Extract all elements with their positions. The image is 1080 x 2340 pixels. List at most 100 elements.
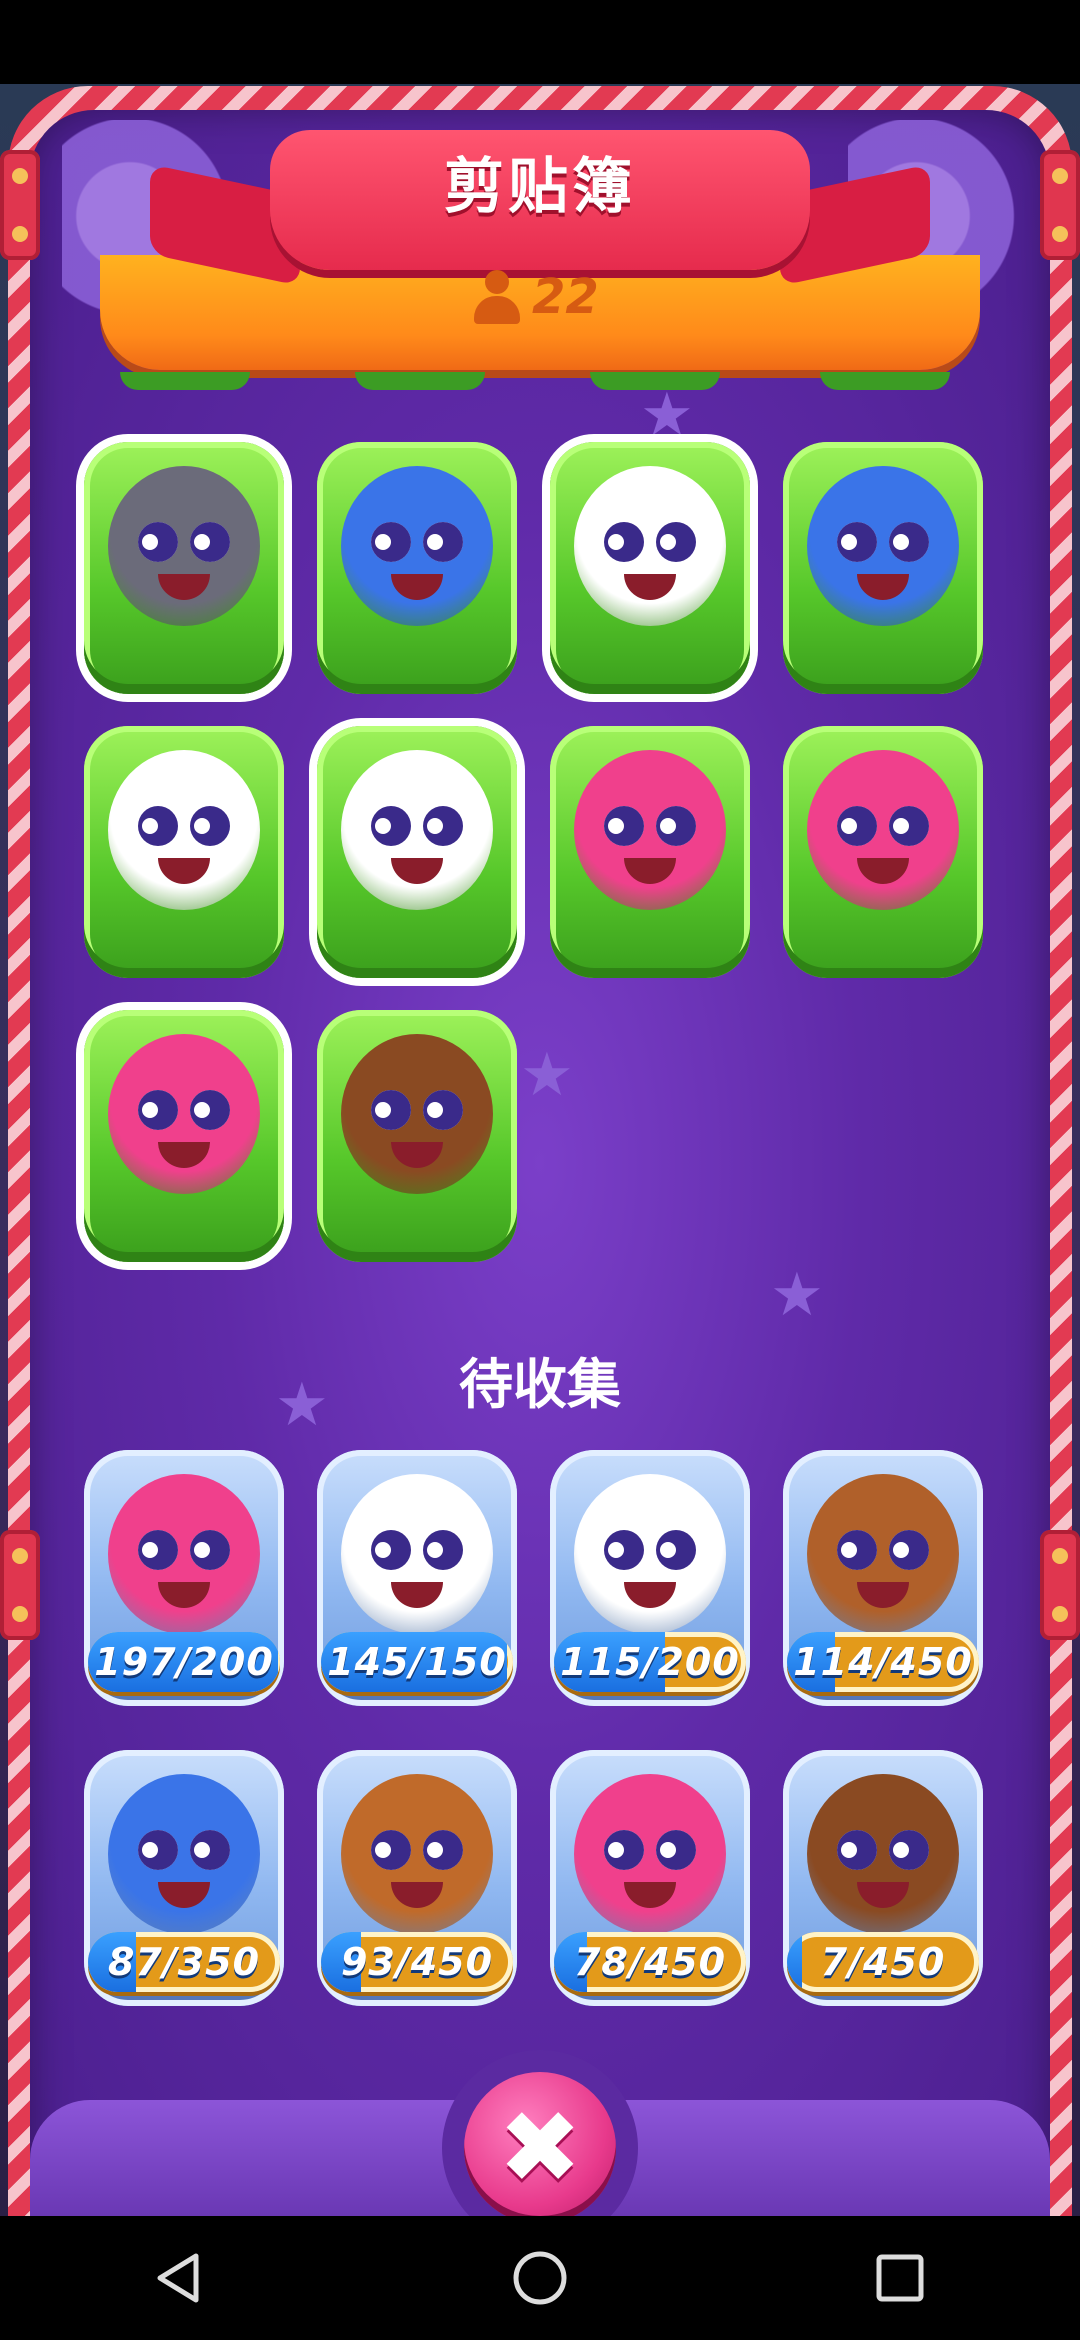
progress-bar: 115/200 — [554, 1632, 746, 1692]
frame-bolt-icon — [1040, 1530, 1080, 1640]
collected-character-pink-bunny-bowtie[interactable] — [550, 726, 750, 978]
eye-icon — [190, 1530, 230, 1570]
eye-icon — [889, 806, 929, 846]
progress-bar: 87/350 — [88, 1932, 280, 1992]
character-portrait — [108, 1034, 260, 1194]
to-collect-character-elf-dog[interactable]: 7/450 — [783, 1750, 983, 2006]
to-collect-character-sunhat-llama[interactable]: 115/200 — [550, 1450, 750, 1706]
progress-bar: 114/450 — [787, 1632, 979, 1692]
scrolled-tiles-edge — [0, 372, 1080, 390]
collected-character-jester-owl[interactable] — [550, 442, 750, 694]
eye-icon — [837, 1830, 877, 1870]
progress-text: 197/200 — [94, 1640, 274, 1684]
system-navigation-bar — [0, 2216, 1080, 2340]
eye-icon — [371, 1090, 411, 1130]
character-eyes — [604, 1530, 696, 1570]
character-mouth — [158, 574, 210, 600]
character-portrait — [807, 750, 959, 910]
character-portrait — [807, 466, 959, 626]
progress-text: 78/450 — [573, 1940, 727, 1984]
character-eyes — [138, 522, 230, 562]
eye-icon — [889, 522, 929, 562]
eye-icon — [423, 806, 463, 846]
character-eyes — [604, 1830, 696, 1870]
progress-bar: 7/450 — [787, 1932, 979, 1992]
character-mouth — [857, 574, 909, 600]
eye-icon — [371, 806, 411, 846]
collected-character-unicorn-llama[interactable] — [317, 726, 517, 978]
character-portrait — [574, 750, 726, 910]
character-portrait — [574, 466, 726, 626]
person-icon — [470, 270, 524, 324]
to-collect-character-furry-monster[interactable]: 93/450 — [317, 1750, 517, 2006]
character-eyes — [371, 1830, 463, 1870]
recents-icon[interactable] — [865, 2243, 935, 2313]
character-eyes — [371, 522, 463, 562]
collected-character-top-hat-gentleman-pig[interactable] — [84, 442, 284, 694]
character-mouth — [391, 858, 443, 884]
eye-icon — [190, 1090, 230, 1130]
eye-icon — [423, 522, 463, 562]
collected-grid — [84, 442, 1004, 1262]
eye-icon — [138, 522, 178, 562]
character-mouth — [857, 858, 909, 884]
character-mouth — [857, 1882, 909, 1908]
collected-character-orange-hair-llama[interactable] — [84, 726, 284, 978]
progress-text: 7/450 — [820, 1940, 946, 1984]
back-icon[interactable] — [145, 2243, 215, 2313]
character-eyes — [138, 806, 230, 846]
eye-icon — [837, 1530, 877, 1570]
character-mouth — [391, 574, 443, 600]
star-decoration-icon: ★ — [770, 1260, 824, 1330]
progress-bar: 145/150 — [321, 1632, 513, 1692]
character-mouth — [158, 858, 210, 884]
frame-bolt-icon — [0, 1530, 40, 1640]
eye-icon — [423, 1530, 463, 1570]
character-portrait — [574, 1474, 726, 1634]
progress-text: 114/450 — [793, 1640, 973, 1684]
character-mouth — [857, 1582, 909, 1608]
character-portrait — [108, 750, 260, 910]
character-portrait — [108, 1474, 260, 1634]
collected-character-pink-bunny-clown-hat[interactable] — [84, 1010, 284, 1262]
character-portrait — [341, 1474, 493, 1634]
status-bar — [0, 0, 1080, 84]
collected-character-pink-bunny-overalls[interactable] — [783, 726, 983, 978]
to-collect-character-reindeer-dog[interactable]: 114/450 — [783, 1450, 983, 1706]
character-eyes — [604, 522, 696, 562]
character-portrait — [108, 466, 260, 626]
to-collect-character-fox-bunny[interactable]: 197/200 — [84, 1450, 284, 1706]
progress-text: 87/350 — [107, 1940, 261, 1984]
collected-character-brown-dog-flying-hat[interactable] — [317, 1010, 517, 1262]
to-collect-character-musketeer-bunny[interactable]: 78/450 — [550, 1750, 750, 2006]
character-portrait — [807, 1474, 959, 1634]
character-eyes — [138, 1830, 230, 1870]
close-button[interactable]: ✖ — [464, 2072, 616, 2224]
character-eyes — [837, 1530, 929, 1570]
eye-icon — [656, 1530, 696, 1570]
to-collect-grid: 197/200 145/150 115/200 114/450 87/350 93/450… — [84, 1450, 1004, 2006]
to-collect-character-pirate-llama[interactable]: 145/150 — [317, 1450, 517, 1706]
frame-bolt-icon — [0, 150, 40, 260]
character-portrait — [341, 1034, 493, 1194]
eye-icon — [889, 1530, 929, 1570]
character-eyes — [837, 806, 929, 846]
character-eyes — [604, 806, 696, 846]
eye-icon — [604, 806, 644, 846]
character-mouth — [158, 1582, 210, 1608]
character-mouth — [391, 1882, 443, 1908]
eye-icon — [423, 1830, 463, 1870]
home-icon[interactable] — [505, 2243, 575, 2313]
character-mouth — [624, 574, 676, 600]
to-collect-character-wizard-owl[interactable]: 87/350 — [84, 1750, 284, 2006]
eye-icon — [190, 1830, 230, 1870]
player-count: 22 — [470, 262, 630, 332]
collected-character-blue-owl-purple-ears[interactable] — [317, 442, 517, 694]
collected-character-explorer-owl[interactable] — [783, 442, 983, 694]
character-eyes — [371, 1530, 463, 1570]
progress-bar: 78/450 — [554, 1932, 746, 1992]
character-portrait — [108, 1774, 260, 1934]
eye-icon — [423, 1090, 463, 1130]
eye-icon — [138, 1090, 178, 1130]
character-portrait — [341, 1774, 493, 1934]
